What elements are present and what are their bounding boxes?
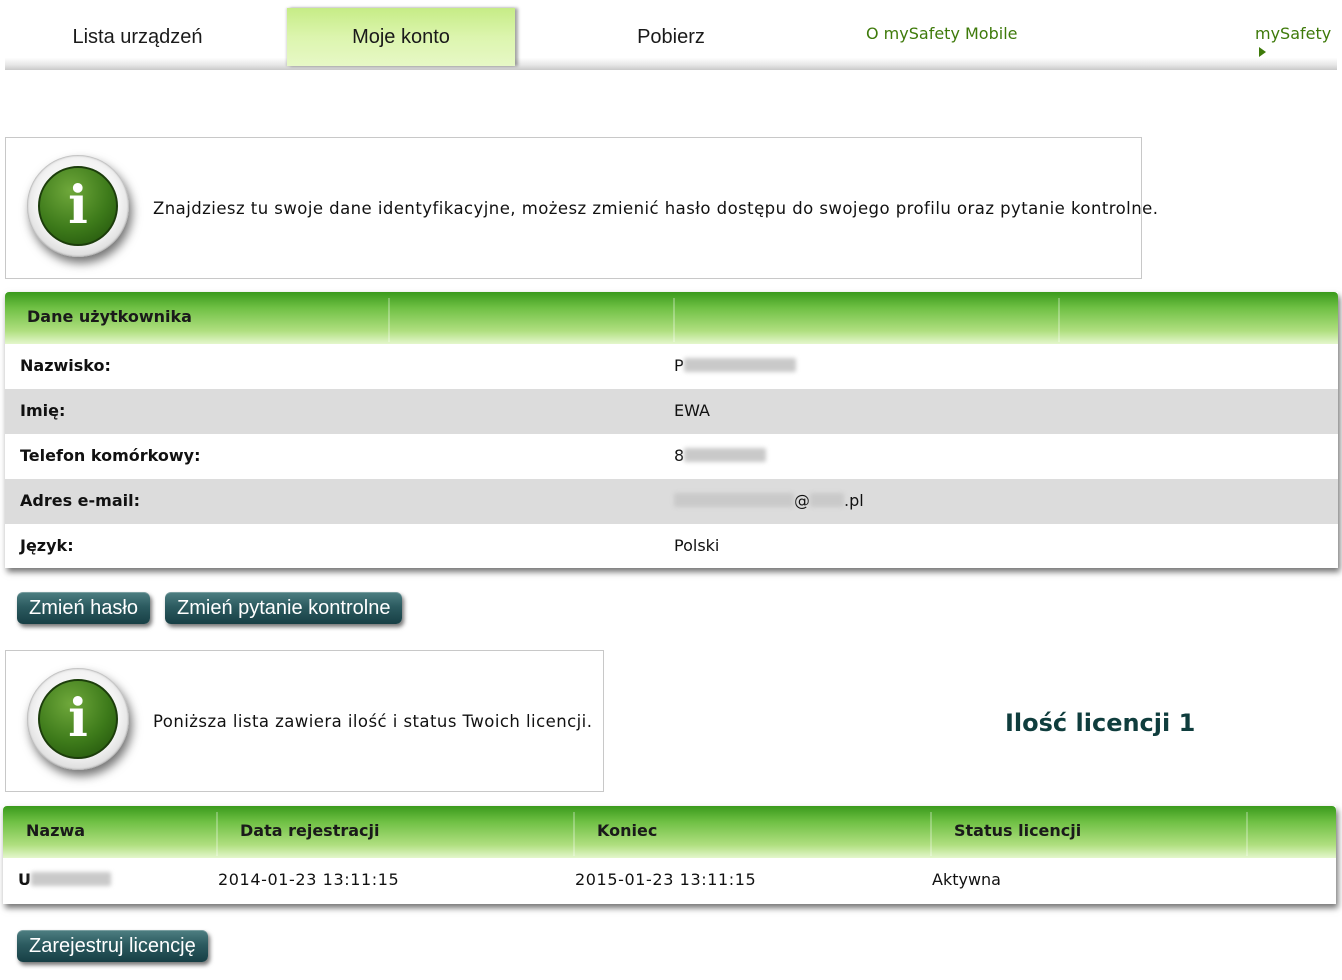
link-mysafety[interactable]: mySafety: [1255, 24, 1337, 62]
info-icon: i: [27, 155, 129, 257]
column-header-status: Status licencji: [954, 821, 1082, 840]
license-info-box: i Poniższa lista zawiera ilość i status …: [5, 650, 604, 792]
row-label: Język:: [20, 536, 74, 555]
change-password-button[interactable]: Zmień hasło: [17, 592, 150, 624]
account-info-text: Znajdziesz tu swoje dane identyfikacyjne…: [153, 199, 1159, 218]
license-info-text: Poniższa lista zawiera ilość i status Tw…: [153, 712, 593, 731]
redacted-text: [683, 358, 796, 372]
redacted-text: [31, 872, 111, 886]
table-row: Nazwisko: P: [5, 344, 1338, 389]
email-domain-suffix: .pl: [844, 491, 864, 510]
row-label: Imię:: [20, 401, 66, 420]
table-row: Adres e-mail: @ .pl: [5, 479, 1338, 524]
link-mysafety-label: mySafety: [1255, 24, 1332, 43]
top-navigation: Lista urządzeń Moje konto Pobierz O mySa…: [5, 0, 1337, 70]
table-row: U 2014-01-23 13:11:15 2015-01-23 13:11:1…: [3, 858, 1336, 904]
table-row: Imię: EWA: [5, 389, 1338, 434]
license-table: Nazwa Data rejestracji Koniec Status lic…: [3, 806, 1336, 904]
row-label: Adres e-mail:: [20, 491, 140, 510]
tab-download[interactable]: Pobierz: [555, 8, 787, 66]
arrow-right-icon: [1259, 47, 1266, 57]
user-table-title: Dane użytkownika: [27, 307, 192, 326]
email-at: @: [794, 491, 810, 510]
row-value: EWA: [674, 401, 710, 420]
header-separator: [573, 812, 575, 856]
header-separator: [930, 812, 932, 856]
row-label: Nazwisko:: [20, 356, 111, 375]
license-table-header: Nazwa Data rejestracji Koniec Status lic…: [3, 806, 1336, 858]
license-name: U: [18, 870, 111, 889]
table-row: Język: Polski: [5, 524, 1338, 568]
redacted-text: [684, 448, 767, 462]
tab-device-list[interactable]: Lista urządzeń: [5, 8, 270, 66]
tab-my-account[interactable]: Moje konto: [287, 8, 515, 66]
header-separator: [673, 298, 675, 342]
column-header-registration-date: Data rejestracji: [240, 821, 380, 840]
user-table-header: Dane użytkownika: [5, 292, 1338, 344]
user-data-table: Dane użytkownika Nazwisko: P Imię: EWA T…: [5, 292, 1338, 568]
column-header-end: Koniec: [597, 821, 658, 840]
header-separator: [216, 812, 218, 856]
license-registered: 2014-01-23 13:11:15: [218, 870, 400, 889]
header-separator: [1058, 298, 1060, 342]
change-question-button[interactable]: Zmień pytanie kontrolne: [165, 592, 403, 624]
account-info-box: i Znajdziesz tu swoje dane identyfikacyj…: [5, 137, 1158, 279]
header-separator: [1246, 812, 1248, 856]
surname-initial: P: [674, 356, 684, 375]
row-label: Telefon komórkowy:: [20, 446, 201, 465]
license-name-initial: U: [18, 870, 31, 889]
info-icon: i: [27, 668, 129, 770]
license-end: 2015-01-23 13:11:15: [575, 870, 757, 889]
row-value: 8: [674, 446, 767, 465]
link-about-mysafety-mobile[interactable]: O mySafety Mobile: [866, 24, 1017, 43]
register-license-button[interactable]: Zarejestruj licencję: [17, 930, 208, 962]
row-value: Polski: [674, 536, 720, 555]
phone-initial: 8: [674, 446, 685, 465]
row-value: @ .pl: [674, 491, 864, 510]
header-separator: [388, 298, 390, 342]
info-icon-glyph: i: [38, 166, 118, 246]
redacted-text: [674, 493, 794, 507]
row-value: P: [674, 356, 796, 375]
table-row: Telefon komórkowy: 8: [5, 434, 1338, 479]
column-header-name: Nazwa: [26, 821, 86, 840]
redacted-text: [810, 493, 844, 507]
license-count: Ilość licencji 1: [1005, 709, 1196, 737]
license-status: Aktywna: [932, 870, 1001, 889]
info-icon-glyph: i: [38, 679, 118, 759]
